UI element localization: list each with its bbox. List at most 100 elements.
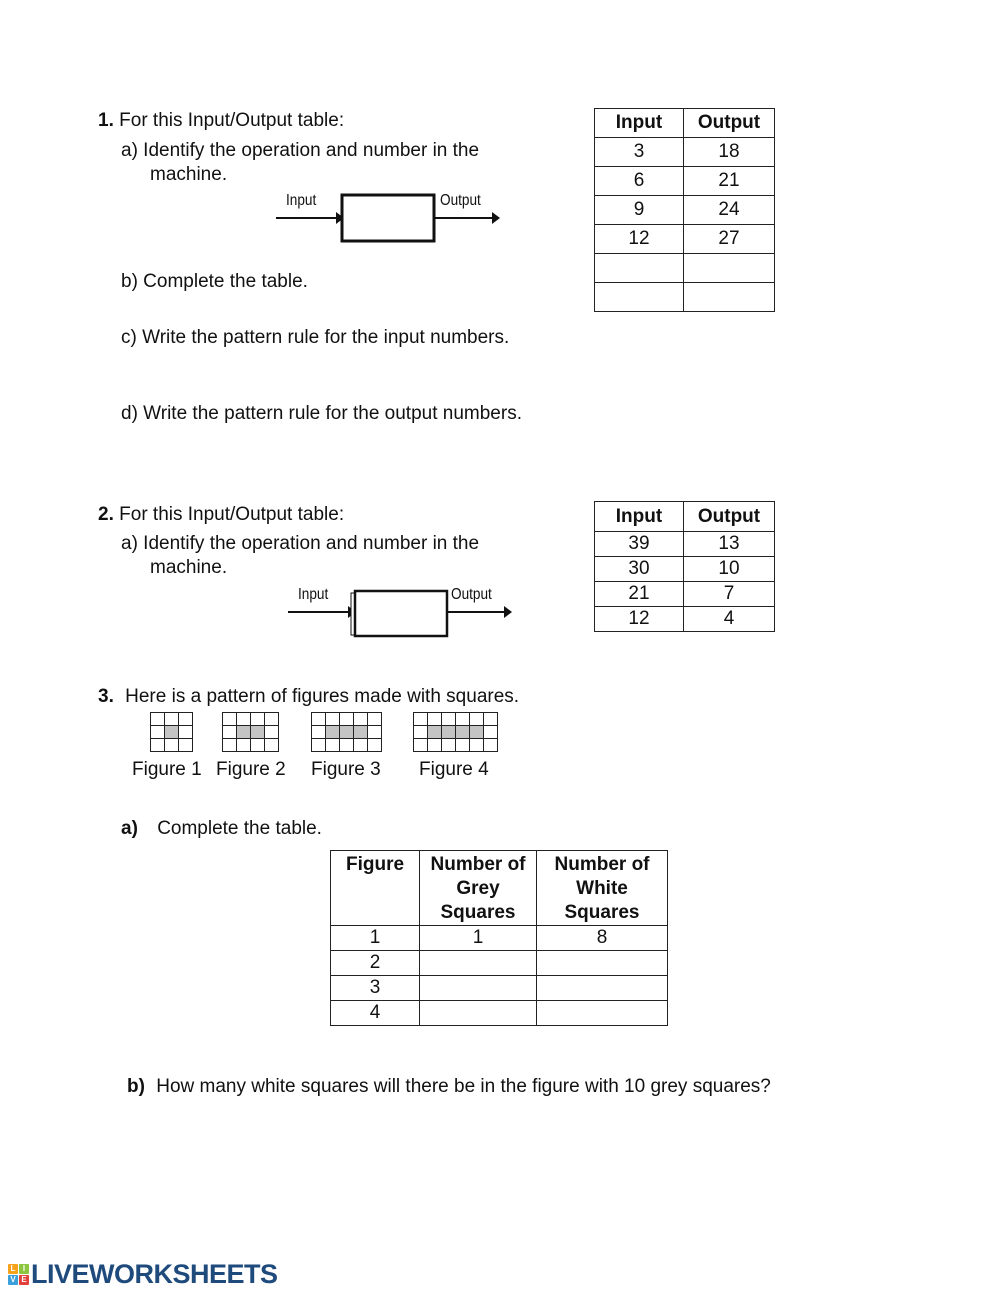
white-square [483,712,498,726]
table-cell: 13 [683,531,775,557]
white-square [236,738,251,752]
white-square [455,738,470,752]
grey-square [325,725,340,739]
table-cell[interactable] [419,975,537,1001]
white-square [441,738,456,752]
question-number: 1. [98,110,114,131]
white-square [311,725,326,739]
table-cell: 3 [330,975,420,1001]
grey-square [250,725,265,739]
table-cell: 18 [683,137,775,167]
question-number: 2. [98,504,114,525]
header-figure: Figure [330,850,420,926]
figure-1-grid [150,712,193,752]
table-cell: 1 [419,925,537,951]
logo-icon: LIVE [8,1264,29,1285]
white-square [178,725,193,739]
table-row: 2 [330,950,668,976]
table-cell[interactable] [419,1000,537,1026]
table-cell: 2 [330,950,420,976]
white-square [413,712,428,726]
table-cell[interactable] [683,282,775,312]
q1-part-d: d) Write the pattern rule for the output… [121,403,522,424]
white-square [427,712,442,726]
white-square [441,712,456,726]
white-square [150,738,165,752]
grey-square [455,725,470,739]
table-cell: 7 [683,581,775,607]
white-square [164,712,179,726]
grey-square [427,725,442,739]
header-grey-squares: Number of Grey Squares [419,850,537,926]
logo-text: LIVEWORKSHEETS [31,1259,278,1289]
table-cell: 3 [594,137,684,167]
grey-square [469,725,484,739]
white-square [325,738,340,752]
table-cell: 21 [594,581,684,607]
white-square [367,712,382,726]
q2-part-a: a) Identify the operation and number in … [121,533,480,554]
white-square [236,712,251,726]
white-square [250,712,265,726]
table-cell: 39 [594,531,684,557]
part-label: b) [127,1076,145,1097]
white-square [264,725,279,739]
logo-letter-block: E [19,1275,29,1285]
white-square [250,738,265,752]
table-cell: 30 [594,556,684,582]
question-1-intro: 1. For this Input/Output table: [98,110,344,132]
white-square [150,712,165,726]
q2-part-a-cont: machine. [150,557,228,578]
table-cell: 6 [594,166,684,196]
white-square [264,738,279,752]
figure-label: Figure 2 [216,759,286,780]
table-cell[interactable] [594,253,684,283]
white-square [367,738,382,752]
q3-squares-table: Figure Number of Grey Squares Number of … [330,850,668,1026]
table-row: 3 18 [594,137,775,167]
table-cell: 12 [594,224,684,254]
white-square [367,725,382,739]
q2-io-table: Input Output 39 13 30 10 21 7 12 4 [594,501,775,632]
table-cell[interactable] [536,950,668,976]
q2-function-machine: Input Output [288,584,518,640]
figure-label: Figure 4 [419,759,489,780]
white-square [164,738,179,752]
white-square [469,712,484,726]
table-cell[interactable] [683,253,775,283]
white-square [353,738,368,752]
table-cell: 27 [683,224,775,254]
table-cell[interactable] [536,975,668,1001]
figure-4-grid [413,712,498,752]
table-row: 30 10 [594,556,775,582]
logo-letter-block: V [8,1275,18,1285]
q3-part-b: b) How many white squares will there be … [127,1076,771,1098]
table-cell[interactable] [419,950,537,976]
machine-output-label: Output [451,586,492,603]
table-row [594,282,775,312]
table-cell: 21 [683,166,775,196]
table-cell: 4 [683,606,775,632]
table-row: 118 [330,925,668,951]
white-square [413,738,428,752]
q1-io-table: Input Output 3 18 6 21 9 24 12 27 [594,108,775,312]
white-square [222,725,237,739]
table-cell: 9 [594,195,684,225]
table-cell[interactable] [536,1000,668,1026]
figure-3-grid [311,712,382,752]
machine-input-label: Input [286,192,317,209]
white-square [222,712,237,726]
grey-square [164,725,179,739]
table-cell[interactable] [594,282,684,312]
white-square [222,738,237,752]
white-square [455,712,470,726]
question-3-intro: 3. Here is a pattern of figures made wit… [98,686,519,708]
q1-part-c: c) Write the pattern rule for the input … [121,327,510,348]
table-cell: 8 [536,925,668,951]
figure-label: Figure 1 [132,759,202,780]
machine-output-label: Output [440,192,481,209]
white-square [427,738,442,752]
table-row: 39 13 [594,531,775,557]
table-row: 12 4 [594,606,775,632]
part-label: a) [121,818,138,839]
